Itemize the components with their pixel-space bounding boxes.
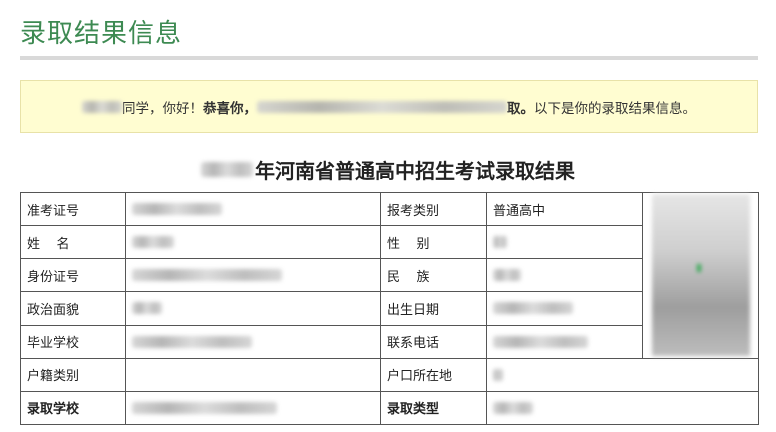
- page-title: 录取结果信息: [20, 19, 183, 49]
- graduation-school-value: [125, 324, 381, 359]
- household-location-value: [486, 357, 759, 392]
- name-value: [125, 225, 381, 260]
- ethnicity-value: [486, 258, 643, 293]
- notice-congrats: 恭喜你，: [203, 100, 257, 117]
- result-title-text: 年河南省普通高中招生考试录取结果: [255, 159, 575, 183]
- redacted-admitted-school: [257, 100, 507, 113]
- table-row: 录取学校 录取类型: [20, 390, 759, 426]
- redacted-year: [201, 162, 253, 177]
- id-number-label: 身份证号: [20, 258, 126, 293]
- admission-type-label: 录取类型: [380, 390, 487, 426]
- id-number-value: [125, 258, 381, 293]
- phone-value: [486, 324, 643, 359]
- household-type-label: 户籍类别: [20, 357, 126, 392]
- exam-number-label: 准考证号: [20, 191, 126, 227]
- result-title: 年河南省普通高中招生考试录取结果: [0, 155, 776, 184]
- student-photo-cell: [642, 192, 759, 359]
- admission-result-table: 准考证号 报考类别 普通高中 姓 名 性 别 身份证号 民 族 政治面貌 出生日…: [20, 191, 759, 426]
- birth-date-label: 出生日期: [380, 291, 487, 326]
- congratulation-notice: 同学，你好！ 恭喜你， 取。 以下是你的录取结果信息。: [20, 80, 758, 133]
- gender-value: [486, 225, 643, 260]
- household-location-label: 户口所在地: [380, 357, 487, 392]
- political-status-label: 政治面貌: [20, 291, 126, 326]
- category-label: 报考类别: [380, 191, 487, 227]
- admitted-school-label: 录取学校: [20, 390, 126, 426]
- table-row: 准考证号 报考类别 普通高中: [20, 191, 759, 359]
- ethnicity-label: 民 族: [380, 258, 487, 293]
- name-label: 姓 名: [20, 225, 126, 260]
- table-row: 户籍类别 户口所在地: [20, 357, 759, 392]
- notice-greeting: 同学，你好！: [122, 100, 203, 117]
- admission-type-value: [486, 390, 759, 426]
- exam-number-value: [125, 191, 381, 227]
- gender-label: 性 别: [380, 225, 487, 260]
- admitted-school-value: [125, 390, 381, 426]
- notice-info-text: 以下是你的录取结果信息。: [534, 100, 696, 117]
- notice-admitted-suffix: 取。: [507, 100, 534, 117]
- title-divider: [20, 56, 758, 60]
- household-type-value: [125, 357, 381, 392]
- category-value: 普通高中: [486, 191, 643, 227]
- student-photo: [651, 194, 750, 357]
- birth-date-value: [486, 291, 643, 326]
- redacted-student-name: [82, 100, 122, 113]
- graduation-school-label: 毕业学校: [20, 324, 126, 359]
- political-status-value: [125, 291, 381, 326]
- phone-label: 联系电话: [380, 324, 487, 359]
